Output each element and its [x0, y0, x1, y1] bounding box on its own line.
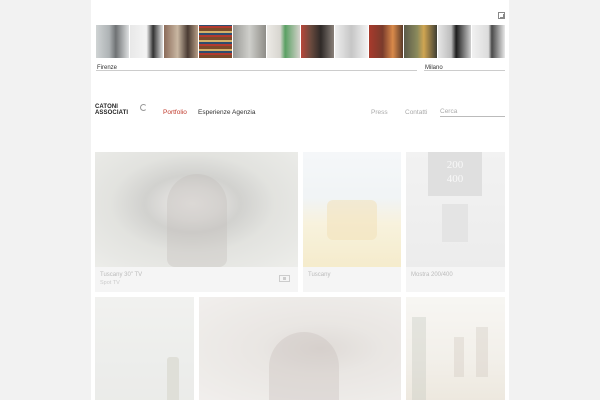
interiors-photo-strip	[96, 25, 506, 58]
card-overlay	[199, 297, 401, 400]
nav-contatti[interactable]: Contatti	[405, 109, 427, 116]
portfolio-card-tuscany[interactable]: Tuscany	[303, 152, 401, 292]
divider	[424, 70, 505, 71]
catoni-associati-logo[interactable]: CATONI ASSOCIATI	[95, 104, 128, 116]
fullscreen-icon[interactable]	[498, 12, 505, 19]
portfolio-card-couple[interactable]	[199, 297, 401, 400]
card-overlay	[303, 152, 401, 267]
strip-photo[interactable]	[266, 25, 301, 58]
logo-line-2: ASSOCIATI	[95, 110, 129, 116]
card-overlay	[406, 152, 505, 267]
search-input[interactable]	[440, 107, 505, 117]
nav-esperienze[interactable]: Esperienze	[198, 109, 231, 116]
card-overlay	[95, 152, 298, 267]
portfolio-card-200-400[interactable]: 200 400 Mostra 200/400	[406, 152, 505, 292]
card-title: Mostra 200/400	[411, 272, 453, 278]
strip-photo[interactable]	[335, 25, 369, 58]
strip-photo[interactable]	[232, 25, 266, 58]
loading-spinner-icon	[140, 104, 147, 111]
strip-photo[interactable]	[198, 25, 232, 58]
nav-agenzia[interactable]: Agenzia	[232, 109, 256, 116]
divider	[96, 70, 417, 71]
card-subtitle: Spot TV	[100, 280, 120, 286]
strip-photo[interactable]	[96, 25, 130, 58]
card-overlay	[406, 297, 505, 400]
strip-photo[interactable]	[164, 25, 198, 58]
nav-portfolio[interactable]: Portfolio	[163, 109, 187, 116]
nav-press[interactable]: Press	[371, 109, 388, 116]
card-title: Tuscany	[308, 272, 331, 278]
portfolio-card-field[interactable]	[406, 297, 505, 400]
strip-photo[interactable]	[437, 25, 471, 58]
strip-photo[interactable]	[471, 25, 506, 58]
strip-photo[interactable]	[369, 25, 403, 58]
card-overlay	[95, 297, 194, 400]
card-title: Tuscany 30" TV	[100, 272, 143, 278]
video-icon	[279, 275, 290, 282]
card-caption: Tuscany	[303, 267, 401, 292]
strip-photo[interactable]	[301, 25, 335, 58]
portfolio-card-tuscany-tv[interactable]: Tuscany 30" TV Spot TV	[95, 152, 298, 292]
strip-photo[interactable]	[403, 25, 437, 58]
strip-photo[interactable]	[130, 25, 164, 58]
card-caption: Mostra 200/400	[406, 267, 505, 292]
portfolio-card-bottle[interactable]	[95, 297, 194, 400]
card-caption: Tuscany 30" TV Spot TV	[95, 267, 298, 292]
